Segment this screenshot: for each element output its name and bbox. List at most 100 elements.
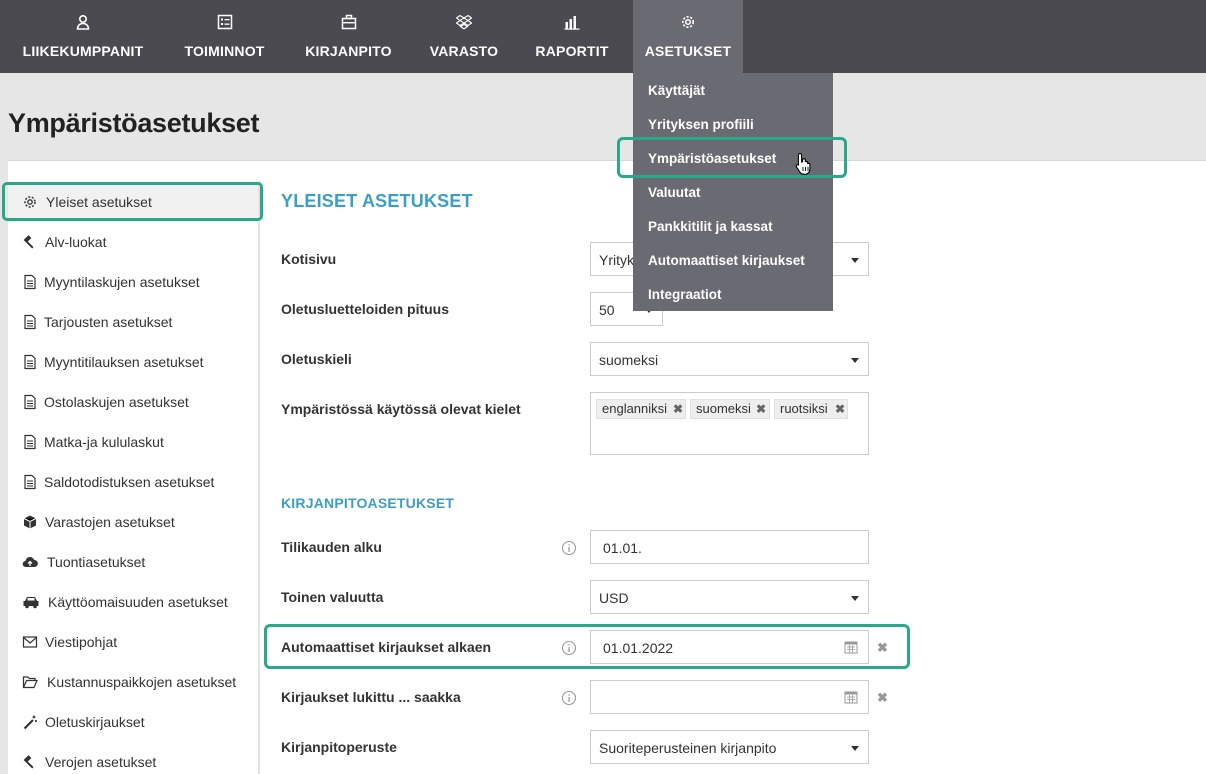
nav-toiminnot[interactable]: TOIMINNOT	[168, 0, 281, 73]
sidebar-item-label: Myyntitilauksen asetukset	[44, 354, 204, 370]
remove-tag-icon[interactable]: ✖	[835, 400, 845, 418]
chevron-down-icon	[851, 258, 859, 263]
valuutta-select[interactable]: USD	[590, 580, 869, 614]
tilikausi-label: Tilikauden alku	[281, 539, 382, 555]
menu-item-valuutat[interactable]: Valuutat	[633, 176, 833, 210]
peruste-label: Kirjanpitoperuste	[281, 739, 397, 755]
envelope-icon	[22, 634, 38, 650]
sidebar-item-label: Tuontiasetukset	[47, 554, 146, 570]
nav-raportit[interactable]: RAPORTIT	[524, 0, 620, 73]
kielet-multiselect[interactable]: englanniksi ✖ suomeksi ✖ ruotsiksi ✖	[590, 392, 869, 455]
list-icon	[168, 14, 281, 32]
document-icon	[22, 434, 38, 450]
remove-tag-icon[interactable]: ✖	[673, 400, 683, 418]
sidebar-item-label: Kustannuspaikkojen asetukset	[47, 674, 237, 690]
oletuskieli-select[interactable]: suomeksi	[590, 342, 869, 376]
nav-varasto[interactable]: VARASTO	[417, 0, 511, 73]
menu-item-automaattiset-kirjaukset[interactable]: Automaattiset kirjaukset	[633, 244, 833, 278]
oletuskieli-value: suomeksi	[599, 352, 659, 368]
remove-tag-icon[interactable]: ✖	[756, 400, 766, 418]
document-icon	[22, 314, 38, 330]
tilikausi-input[interactable]: 01.01.	[590, 530, 869, 564]
nav-label: LIIKEKUMPPANIT	[22, 43, 144, 59]
lukittu-date-input[interactable]	[590, 680, 869, 714]
language-tag: ruotsiksi ✖	[774, 399, 848, 419]
tag-label: ruotsiksi	[780, 401, 828, 416]
sidebar-item-verot[interactable]: Verojen asetukset	[8, 742, 258, 774]
sidebar-item-alv[interactable]: Alv-luokat	[8, 222, 258, 262]
menu-item-kayttajat[interactable]: Käyttäjät	[633, 74, 833, 108]
sidebar-item-label: Tarjousten asetukset	[44, 314, 173, 330]
folder-icon	[22, 674, 38, 690]
sidebar-item-label: Varastojen asetukset	[45, 514, 175, 530]
menu-item-integraatiot[interactable]: Integraatiot	[633, 278, 833, 312]
calendar-icon[interactable]	[844, 690, 858, 704]
subsection-title: KIRJANPITOASETUKSET	[281, 495, 455, 511]
valuutta-value: USD	[599, 590, 629, 606]
bar-chart-icon	[524, 14, 620, 32]
sidebar-item-varastot[interactable]: Varastojen asetukset	[8, 502, 258, 542]
oletusluettelo-value: 50	[599, 302, 615, 318]
gear-icon	[633, 14, 743, 32]
valuutta-label: Toinen valuutta	[281, 589, 384, 605]
sidebar-item-kustannuspaikat[interactable]: Kustannuspaikkojen asetukset	[8, 662, 258, 702]
cloud-upload-icon	[22, 554, 38, 570]
sidebar-item-label: Ostolaskujen asetukset	[44, 394, 189, 410]
gavel-icon	[22, 234, 38, 250]
sidebar-selection-highlight	[2, 182, 263, 221]
nav-label: KIRJANPITO	[305, 43, 392, 59]
person-icon	[8, 14, 158, 32]
sidebar-item-label: Käyttöomaisuuden asetukset	[48, 594, 228, 610]
briefcase-icon	[292, 14, 405, 32]
nav-liikekumppanit[interactable]: LIIKEKUMPPANIT	[8, 0, 158, 73]
nav-label: ASETUKSET	[644, 43, 732, 59]
section-title: YLEISET ASETUKSET	[281, 191, 473, 211]
sidebar-item-kayttoomaisuus[interactable]: Käyttöomaisuuden asetukset	[8, 582, 258, 622]
sidebar-item-label: Verojen asetukset	[45, 754, 157, 770]
sidebar-item-label: Myyntilaskujen asetukset	[44, 274, 200, 290]
sidebar-item-saldotodistus[interactable]: Saldotodistuksen asetukset	[8, 462, 258, 502]
sidebar-item-myyntitilaukset[interactable]: Myyntitilauksen asetukset	[8, 342, 258, 382]
sidebar-item-oletuskirjaukset[interactable]: Oletuskirjaukset	[8, 702, 258, 742]
row-highlight	[264, 624, 910, 669]
sidebar-item-tarjoukset[interactable]: Tarjousten asetukset	[8, 302, 258, 342]
sidebar-item-viestipohjat[interactable]: Viestipohjat	[8, 622, 258, 662]
chevron-down-icon	[851, 596, 859, 601]
menu-item-pankkitilit[interactable]: Pankkitilit ja kassat	[633, 210, 833, 244]
top-navigation: LIIKEKUMPPANIT TOIMINNOT KIRJANPITO VARA…	[0, 0, 1206, 73]
sidebar-item-label: Saldotodistuksen asetukset	[44, 474, 215, 490]
info-icon[interactable]	[561, 690, 577, 706]
info-icon[interactable]	[561, 540, 577, 556]
nav-asetukset[interactable]: ASETUKSET	[633, 0, 743, 73]
asetukset-dropdown-menu: Käyttäjät Yrityksen profiili Ympäristöas…	[633, 73, 833, 311]
peruste-select[interactable]: Suoriteperusteinen kirjanpito	[590, 730, 869, 764]
document-icon	[22, 274, 38, 290]
peruste-value: Suoriteperusteinen kirjanpito	[599, 740, 777, 756]
kielet-label: Ympäristössä käytössä olevat kielet	[281, 401, 521, 417]
sidebar-item-ostolaskut[interactable]: Ostolaskujen asetukset	[8, 382, 258, 422]
nav-kirjanpito[interactable]: KIRJANPITO	[292, 0, 405, 73]
tag-label: englanniksi	[602, 401, 668, 416]
clear-date-icon[interactable]: ✖	[877, 690, 888, 706]
oletusluettelo-label: Oletusluetteloiden pituus	[281, 301, 450, 317]
chevron-down-icon	[851, 358, 859, 363]
sidebar-item-tuonti[interactable]: Tuontiasetukset	[8, 542, 258, 582]
page-title: Ympäristöasetukset	[8, 108, 260, 138]
settings-sidebar: Yleiset asetukset Alv-luokat Myyntilasku…	[8, 181, 260, 774]
nav-label: RAPORTIT	[535, 43, 609, 59]
document-icon	[22, 474, 38, 490]
document-icon	[22, 394, 38, 410]
chevron-down-icon	[851, 746, 859, 751]
magic-wand-icon	[22, 714, 38, 730]
tag-label: suomeksi	[696, 401, 751, 416]
nav-label: VARASTO	[429, 43, 499, 59]
sidebar-item-myyntilaskut[interactable]: Myyntilaskujen asetukset	[8, 262, 258, 302]
gavel-icon	[22, 754, 38, 770]
nav-label: TOIMINNOT	[184, 43, 265, 59]
kotisivu-value: Yrityk	[599, 252, 634, 268]
document-icon	[22, 354, 38, 370]
lukittu-label: Kirjaukset lukittu ... saakka	[281, 689, 461, 705]
car-icon	[22, 594, 40, 610]
language-tag: englanniksi ✖	[596, 399, 686, 419]
sidebar-item-matkalaskut[interactable]: Matka-ja kululaskut	[8, 422, 258, 462]
